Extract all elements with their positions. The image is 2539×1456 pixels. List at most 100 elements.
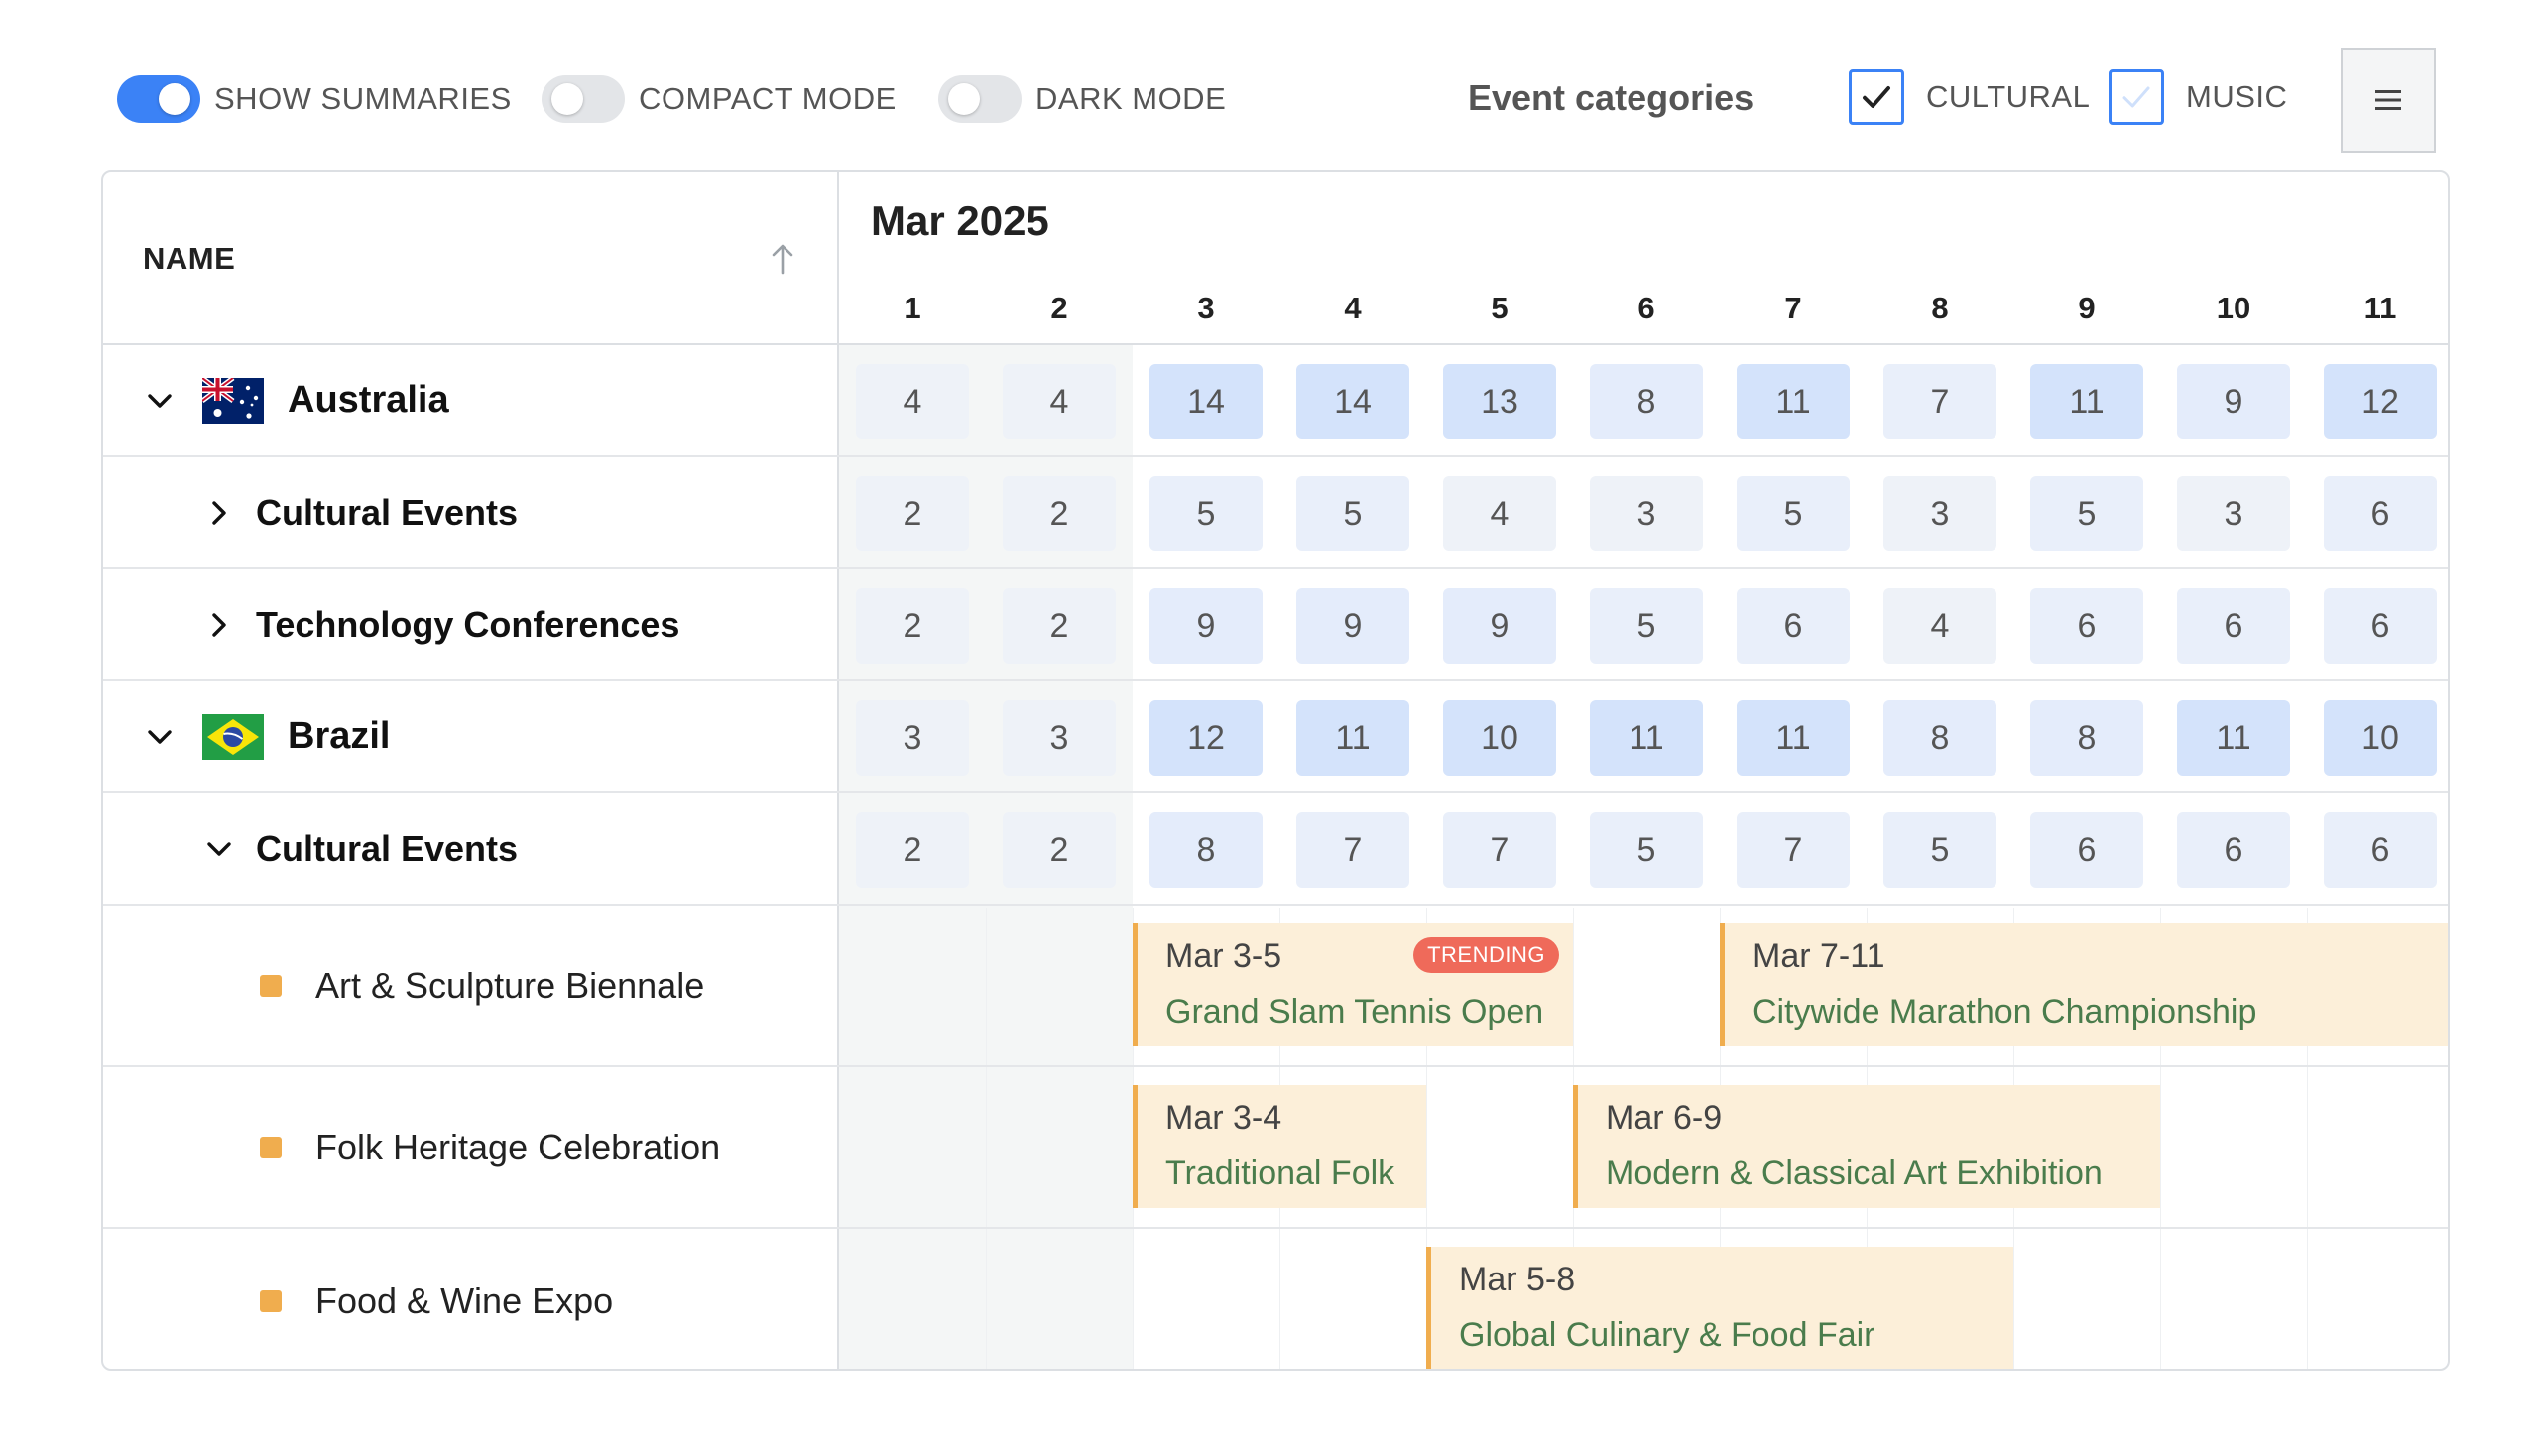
summary-cell[interactable]: 5	[1590, 588, 1703, 664]
summary-cell[interactable]: 11	[2177, 700, 2290, 776]
toggle-label: SHOW SUMMARIES	[214, 81, 512, 116]
dark-mode-switch[interactable]	[938, 75, 1022, 123]
summary-cell[interactable]: 3	[1003, 700, 1116, 776]
category-bullet-icon	[260, 1289, 282, 1312]
summary-cell[interactable]: 7	[1296, 812, 1409, 888]
summary-cell[interactable]: 9	[1149, 588, 1263, 664]
chevron-down-icon[interactable]	[202, 832, 236, 866]
summary-cell[interactable]: 5	[1149, 476, 1263, 551]
summary-cell[interactable]: 12	[2324, 364, 2437, 439]
arrow-up-icon[interactable]	[768, 241, 797, 277]
summary-cell[interactable]: 11	[1296, 700, 1409, 776]
event-bar[interactable]: Mar 3-4 Traditional Folk	[1133, 1085, 1426, 1208]
month-title: Mar 2025	[871, 197, 1049, 244]
trending-badge: TRENDING	[1413, 937, 1559, 973]
event-bar[interactable]: Mar 6-9 Modern & Classical Art Exhibition	[1573, 1085, 2160, 1208]
summary-cell[interactable]: 12	[1149, 700, 1263, 776]
summary-cell[interactable]: 9	[1296, 588, 1409, 664]
summary-cell[interactable]: 3	[2177, 476, 2290, 551]
summary-cell[interactable]: 6	[2324, 476, 2437, 551]
summary-cell[interactable]: 6	[2324, 812, 2437, 888]
summary-cell[interactable]: 9	[1443, 588, 1556, 664]
summary-cell[interactable]: 3	[856, 700, 969, 776]
group-row: Technology Conferences 2 2 9 9 9 5 6 4 6 6 6	[103, 569, 2448, 681]
compact-mode-switch[interactable]	[542, 75, 625, 123]
summary-cell[interactable]: 2	[856, 476, 969, 551]
summary-cell[interactable]: 2	[856, 812, 969, 888]
summary-cell[interactable]: 14	[1296, 364, 1409, 439]
summary-cell[interactable]: 6	[1737, 588, 1850, 664]
name-column-header[interactable]: NAME	[143, 241, 235, 277]
summary-cell[interactable]: 6	[2030, 588, 2143, 664]
country-row: Australia 4 4 14 14 13 8 11 7 11 9 12	[103, 345, 2448, 457]
category-bullet-icon	[260, 1136, 282, 1158]
summary-cell[interactable]: 13	[1443, 364, 1556, 439]
event-date: Mar 3-4	[1165, 1099, 1282, 1137]
row-name-cell: Food & Wine Expo	[260, 1229, 613, 1369]
summary-cell[interactable]: 7	[1443, 812, 1556, 888]
day-header: 8	[1931, 291, 1949, 325]
summary-cell[interactable]: 8	[2030, 700, 2143, 776]
event-bar[interactable]: Mar 5-8 Global Culinary & Food Fair	[1426, 1247, 2013, 1369]
country-name: Brazil	[288, 715, 391, 757]
summary-cell[interactable]: 11	[1737, 700, 1850, 776]
summary-cell[interactable]: 2	[1003, 812, 1116, 888]
summary-cell[interactable]: 5	[1737, 476, 1850, 551]
category-cultural[interactable]: CULTURAL	[1849, 69, 2090, 125]
event-row: Folk Heritage Celebration Mar 3-4 Traditio…	[103, 1067, 2448, 1229]
summary-cell[interactable]: 8	[1883, 700, 1996, 776]
toggle-show-summaries[interactable]: SHOW SUMMARIES	[117, 75, 512, 123]
toggle-dark-mode[interactable]: DARK MODE	[938, 75, 1226, 123]
hamburger-icon	[2375, 90, 2401, 110]
summary-cell[interactable]: 5	[1590, 812, 1703, 888]
chevron-right-icon[interactable]	[202, 608, 236, 642]
summary-cell[interactable]: 11	[1737, 364, 1850, 439]
summary-cell[interactable]: 4	[856, 364, 969, 439]
summary-cell[interactable]: 11	[2030, 364, 2143, 439]
summary-cell[interactable]: 4	[1443, 476, 1556, 551]
day-header: 1	[904, 291, 921, 325]
toggle-label: COMPACT MODE	[639, 81, 897, 116]
summary-cell[interactable]: 7	[1883, 364, 1996, 439]
day-header: 10	[2216, 291, 2251, 325]
summary-cell[interactable]: 5	[1883, 812, 1996, 888]
summary-cell[interactable]: 6	[2177, 588, 2290, 664]
chevron-down-icon[interactable]	[143, 384, 177, 418]
summary-cell[interactable]: 2	[856, 588, 969, 664]
summary-cell[interactable]: 5	[1296, 476, 1409, 551]
row-name-cell: Technology Conferences	[202, 569, 679, 679]
menu-button[interactable]	[2341, 48, 2436, 153]
row-name-cell: Brazil	[143, 681, 390, 791]
summary-cell[interactable]: 7	[1737, 812, 1850, 888]
toggle-label: DARK MODE	[1035, 81, 1227, 116]
toggle-compact-mode[interactable]: COMPACT MODE	[542, 75, 897, 123]
summary-cell[interactable]: 9	[2177, 364, 2290, 439]
event-bar[interactable]: Mar 3-5 Grand Slam Tennis Open TRENDING	[1133, 923, 1573, 1046]
cultural-checkbox[interactable]	[1849, 69, 1904, 125]
show-summaries-switch[interactable]	[117, 75, 200, 123]
summary-cell[interactable]: 6	[2177, 812, 2290, 888]
summary-cell[interactable]: 11	[1590, 700, 1703, 776]
summary-cell[interactable]: 2	[1003, 588, 1116, 664]
group-name: Cultural Events	[256, 491, 519, 533]
music-checkbox[interactable]	[2109, 69, 2164, 125]
summary-cell[interactable]: 10	[1443, 700, 1556, 776]
summary-cell[interactable]: 10	[2324, 700, 2437, 776]
summary-cell[interactable]: 3	[1590, 476, 1703, 551]
summary-cell[interactable]: 2	[1003, 476, 1116, 551]
summary-cell[interactable]: 4	[1003, 364, 1116, 439]
summary-cell[interactable]: 6	[2030, 812, 2143, 888]
summary-cell[interactable]: 6	[2324, 588, 2437, 664]
chevron-right-icon[interactable]	[202, 496, 236, 530]
category-music[interactable]: MUSIC	[2109, 69, 2287, 125]
day-header: 4	[1344, 291, 1362, 325]
summary-cell[interactable]: 8	[1590, 364, 1703, 439]
event-name: Folk Heritage Celebration	[315, 1126, 721, 1167]
event-bar[interactable]: Mar 7-11 Citywide Marathon Championship	[1720, 923, 2448, 1046]
summary-cell[interactable]: 14	[1149, 364, 1263, 439]
summary-cell[interactable]: 3	[1883, 476, 1996, 551]
summary-cell[interactable]: 5	[2030, 476, 2143, 551]
chevron-down-icon[interactable]	[143, 720, 177, 754]
summary-cell[interactable]: 8	[1149, 812, 1263, 888]
summary-cell[interactable]: 4	[1883, 588, 1996, 664]
